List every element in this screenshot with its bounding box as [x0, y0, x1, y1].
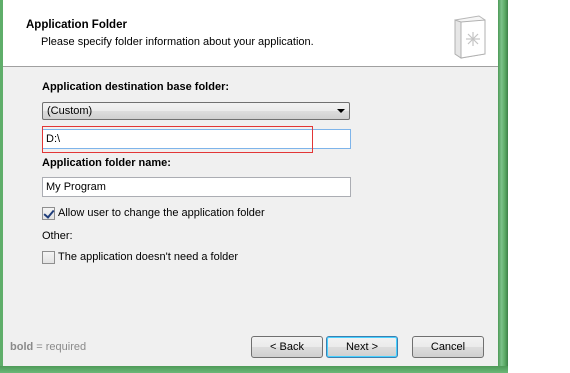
- required-note-text: = required: [33, 341, 87, 353]
- allow-change-checkbox[interactable]: [42, 207, 55, 220]
- base-folder-label: Application destination base folder:: [42, 81, 230, 93]
- folder-document-icon: [454, 15, 486, 59]
- dialog-header: Application Folder Please specify folder…: [3, 0, 498, 67]
- back-button[interactable]: < Back: [251, 336, 323, 358]
- window-frame-bottom: [0, 366, 508, 373]
- base-folder-selected-value: (Custom): [47, 105, 93, 117]
- required-note: bold = required: [10, 341, 86, 353]
- required-note-bold: bold: [10, 341, 34, 353]
- folder-name-input[interactable]: [42, 177, 351, 197]
- next-button[interactable]: Next >: [326, 336, 398, 358]
- no-folder-checkbox[interactable]: [42, 251, 55, 264]
- highlight-rectangle: [42, 126, 313, 153]
- chevron-down-icon: [337, 109, 345, 113]
- window-frame-right: [498, 0, 508, 373]
- page-title: Application Folder: [26, 19, 127, 31]
- other-label: Other:: [42, 230, 73, 242]
- no-folder-label[interactable]: The application doesn't need a folder: [58, 251, 238, 263]
- page-subtitle: Please specify folder information about …: [41, 36, 314, 48]
- base-folder-dropdown[interactable]: (Custom): [42, 102, 350, 120]
- folder-name-label: Application folder name:: [42, 157, 171, 169]
- cancel-button[interactable]: Cancel: [412, 336, 484, 358]
- allow-change-label[interactable]: Allow user to change the application fol…: [58, 207, 265, 219]
- dialog: Application Folder Please specify folder…: [3, 0, 498, 366]
